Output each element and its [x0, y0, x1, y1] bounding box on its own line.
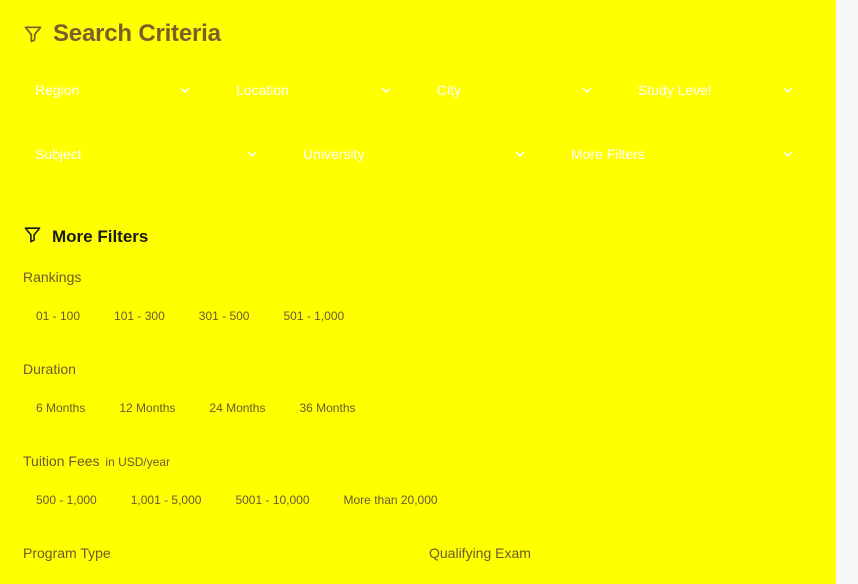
chevron-down-icon	[179, 84, 191, 96]
tuition-option[interactable]: 500 - 1,000	[23, 487, 110, 513]
duration-option[interactable]: 6 Months	[23, 395, 98, 421]
study-level-dropdown-label: Study Level	[638, 82, 712, 98]
search-criteria-header: Search Criteria	[23, 18, 221, 50]
more-filters-header: More Filters	[23, 226, 148, 248]
filter-icon	[23, 225, 42, 249]
duration-option[interactable]: 36 Months	[286, 395, 368, 421]
duration-options: 6 Months 12 Months 24 Months 36 Months	[23, 394, 377, 422]
rankings-option[interactable]: 301 - 500	[186, 303, 263, 329]
more-filters-dropdown[interactable]: More Filters	[559, 136, 806, 172]
rankings-label: Rankings	[23, 269, 82, 285]
more-filters-title: More Filters	[52, 227, 149, 246]
tuition-options: 500 - 1,000 1,001 - 5,000 5001 - 10,000 …	[23, 486, 459, 514]
rankings-option[interactable]: 01 - 100	[23, 303, 93, 329]
duration-option[interactable]: 24 Months	[196, 395, 278, 421]
region-dropdown[interactable]: Region	[23, 72, 203, 108]
location-dropdown[interactable]: Location	[224, 72, 404, 108]
filter-icon	[23, 24, 43, 44]
tuition-option[interactable]: 1,001 - 5,000	[118, 487, 215, 513]
duration-label: Duration	[23, 361, 76, 377]
subject-dropdown-label: Subject	[35, 146, 82, 162]
chevron-down-icon	[514, 148, 526, 160]
program-type-label: Program Type	[23, 545, 111, 561]
search-criteria-panel: Search Criteria Region Location City Stu…	[0, 0, 836, 584]
study-level-dropdown[interactable]: Study Level	[626, 72, 806, 108]
duration-option[interactable]: 12 Months	[106, 395, 188, 421]
rankings-options: 01 - 100 101 - 300 301 - 500 501 - 1,000	[23, 302, 365, 330]
rankings-option[interactable]: 501 - 1,000	[270, 303, 357, 329]
tuition-option[interactable]: More than 20,000	[331, 487, 451, 513]
tuition-fees-title: Tuition Fees	[23, 453, 100, 469]
chevron-down-icon	[782, 148, 794, 160]
page-title: Search Criteria	[53, 20, 221, 47]
rankings-option[interactable]: 101 - 300	[101, 303, 178, 329]
location-dropdown-label: Location	[236, 82, 289, 98]
university-dropdown[interactable]: University	[291, 136, 538, 172]
university-dropdown-label: University	[303, 146, 365, 162]
tuition-fees-label: Tuition Fees in USD/year	[23, 453, 170, 469]
subject-dropdown[interactable]: Subject	[23, 136, 270, 172]
city-dropdown-label: City	[437, 82, 462, 98]
chevron-down-icon	[380, 84, 392, 96]
tuition-option[interactable]: 5001 - 10,000	[222, 487, 322, 513]
qualifying-exam-label: Qualifying Exam	[429, 545, 531, 561]
more-filters-dropdown-label: More Filters	[571, 146, 645, 162]
chevron-down-icon	[246, 148, 258, 160]
scrollbar-track[interactable]	[836, 0, 858, 584]
chevron-down-icon	[782, 84, 794, 96]
chevron-down-icon	[581, 84, 593, 96]
tuition-fees-unit: in USD/year	[105, 455, 171, 469]
region-dropdown-label: Region	[35, 82, 80, 98]
city-dropdown[interactable]: City	[425, 72, 605, 108]
